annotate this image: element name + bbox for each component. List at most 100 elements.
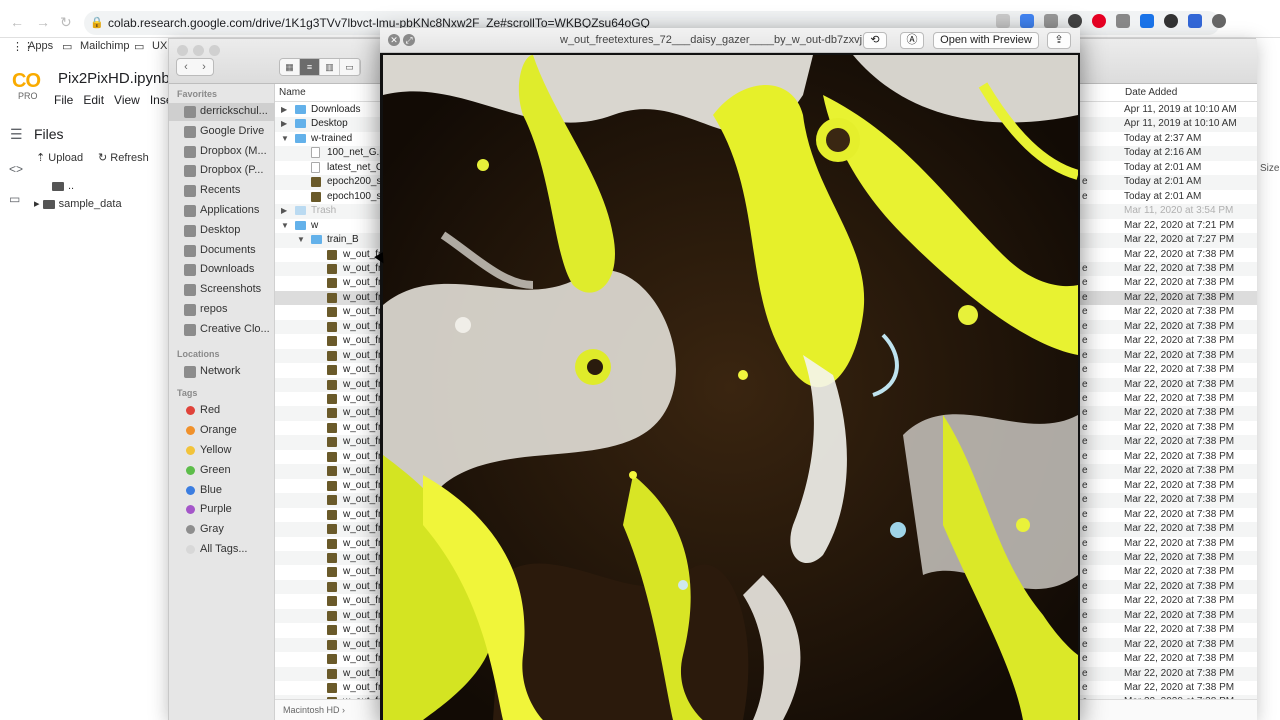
pinterest-icon[interactable] (1092, 14, 1106, 28)
image-thumbnail-icon (327, 625, 337, 636)
column-view-icon[interactable]: ▥ (320, 59, 340, 75)
sidebar-item-tag[interactable]: Gray (169, 521, 275, 539)
sidebar-item-favorite[interactable]: Recents (169, 182, 275, 200)
sidebar-item-tag[interactable]: Blue (169, 482, 275, 500)
rotate-icon[interactable]: ⟲ (863, 32, 887, 49)
file-date-added: Mar 22, 2020 at 7:38 PM (1124, 551, 1235, 563)
image-thumbnail-icon (327, 249, 337, 260)
sidebar-item-label: Gray (200, 523, 224, 536)
tree-item-label: .. (68, 180, 75, 192)
sidebar-item-label: derrickschul... (200, 105, 268, 117)
bookmark-ux[interactable]: UX (152, 40, 167, 52)
file-kind-fragment: e (1082, 566, 1088, 578)
markup-icon[interactable]: Ⓐ (900, 32, 924, 49)
gallery-view-icon[interactable]: ▭ (340, 59, 360, 75)
reload-icon[interactable]: ↻ (60, 14, 72, 31)
sidebar-item-icon (184, 205, 196, 217)
extension-icon[interactable] (1020, 14, 1034, 28)
refresh-label: Refresh (110, 152, 149, 164)
sidebar-item-tag[interactable]: Purple (169, 501, 275, 519)
bookmark-mailchimp[interactable]: Mailchimp (80, 40, 130, 52)
file-date-added: Mar 22, 2020 at 7:38 PM (1124, 638, 1235, 650)
extension-icon[interactable] (1188, 14, 1202, 28)
file-date-added: Today at 2:37 AM (1124, 132, 1202, 144)
sidebar-item-favorite[interactable]: Dropbox (P... (169, 162, 275, 180)
sidebar-section-header: Tags (177, 388, 198, 399)
tree-item-label: sample_data (58, 198, 122, 210)
disclosure-collapsed-icon[interactable]: ▶ (281, 105, 287, 114)
file-date-added: Mar 22, 2020 at 7:38 PM (1124, 407, 1235, 419)
disclosure-collapsed-icon[interactable]: ▶ (281, 119, 287, 128)
close-window-icon[interactable] (177, 45, 188, 56)
back-icon[interactable]: ← (10, 14, 24, 30)
sidebar-item-tag[interactable]: Yellow (169, 442, 275, 460)
code-icon[interactable]: <> (9, 162, 23, 176)
disclosure-expanded-icon[interactable]: ▼ (281, 221, 289, 230)
open-with-preview-button[interactable]: Open with Preview (933, 32, 1039, 49)
expand-icon[interactable]: ▸ (34, 198, 43, 210)
profile-avatar[interactable] (1212, 14, 1226, 28)
minimize-window-icon[interactable] (193, 45, 204, 56)
colab-right-panel: Size (1256, 56, 1280, 720)
tag-color-dot (186, 525, 195, 535)
star-icon[interactable] (996, 14, 1010, 28)
sidebar-item-favorite[interactable]: derrickschul... (169, 103, 275, 121)
sidebar-item-favorite[interactable]: Applications (169, 202, 275, 220)
file-kind-fragment: e (1082, 580, 1088, 592)
extension-icon[interactable] (1044, 14, 1058, 28)
tree-item-sample-data[interactable]: ▸ sample_data (34, 197, 122, 210)
refresh-button[interactable]: ↻ Refresh (98, 151, 149, 164)
download-icon[interactable] (1140, 14, 1154, 28)
icon-view-icon[interactable]: ▦ (280, 59, 300, 75)
menu-icon[interactable]: ☰ (10, 126, 23, 143)
column-name[interactable]: Name (279, 87, 306, 98)
column-date-added[interactable]: Date Added (1125, 87, 1177, 98)
sidebar-item-favorite[interactable]: Creative Clo... (169, 321, 275, 339)
upload-button[interactable]: ⇡ Upload (36, 151, 83, 164)
zoom-window-icon[interactable] (209, 45, 220, 56)
image-thumbnail-icon (327, 408, 337, 419)
bookmark-apps[interactable]: Apps (28, 40, 53, 52)
sidebar-item-tag[interactable]: Green (169, 462, 275, 480)
menu-edit[interactable]: Edit (83, 93, 104, 107)
sidebar-item-tag[interactable]: Red (169, 402, 275, 420)
file-date-added: Mar 22, 2020 at 7:38 PM (1124, 291, 1235, 303)
path-bar-label[interactable]: Macintosh HD › (283, 705, 345, 715)
info-icon[interactable] (1164, 14, 1178, 28)
menu-file[interactable]: File (54, 93, 73, 107)
sidebar-item-favorite[interactable]: Screenshots (169, 281, 275, 299)
disclosure-collapsed-icon[interactable]: ▶ (281, 206, 287, 215)
sidebar-item-favorite[interactable]: Downloads (169, 261, 275, 279)
sidebar-item-tag[interactable]: All Tags... (169, 541, 275, 559)
close-icon[interactable]: ✕ (388, 34, 400, 46)
file-kind-fragment: e (1082, 320, 1088, 332)
forward-icon[interactable]: → (36, 14, 50, 30)
sidebar-item-icon (184, 264, 196, 277)
sidebar-item-network[interactable]: Network (169, 363, 275, 381)
notebook-title[interactable]: Pix2PixHD.ipynb (58, 70, 170, 87)
forward-icon[interactable]: › (195, 59, 213, 75)
tree-item-parent[interactable]: .. (52, 180, 74, 192)
back-icon[interactable]: ‹ (177, 59, 195, 75)
share-icon[interactable]: ⇪ (1047, 32, 1071, 49)
folder-icon[interactable]: ▭ (9, 192, 23, 206)
sidebar-item-favorite[interactable]: Google Drive (169, 123, 275, 141)
extension-icon[interactable] (1068, 14, 1082, 28)
disclosure-expanded-icon[interactable]: ▼ (281, 134, 289, 143)
sidebar-item-favorite[interactable]: Documents (169, 242, 275, 260)
file-kind-fragment: e (1082, 551, 1088, 563)
fullscreen-icon[interactable]: ⤢ (403, 34, 415, 46)
document-icon (311, 147, 320, 159)
extension-icon[interactable] (1116, 14, 1130, 28)
sidebar-item-icon (184, 145, 196, 158)
menu-view[interactable]: View (114, 93, 140, 107)
sidebar-item-favorite[interactable]: repos (169, 301, 275, 319)
list-view-icon[interactable]: ≡ (300, 59, 320, 75)
sidebar-item-favorite[interactable]: Dropbox (M... (169, 143, 275, 161)
disclosure-expanded-icon[interactable]: ▼ (297, 235, 305, 244)
file-kind-fragment: e (1082, 407, 1088, 419)
file-kind-fragment: e (1082, 335, 1088, 347)
sidebar-item-favorite[interactable]: Desktop (169, 222, 275, 240)
sidebar-item-tag[interactable]: Orange (169, 422, 275, 440)
tag-color-dot (186, 446, 195, 455)
